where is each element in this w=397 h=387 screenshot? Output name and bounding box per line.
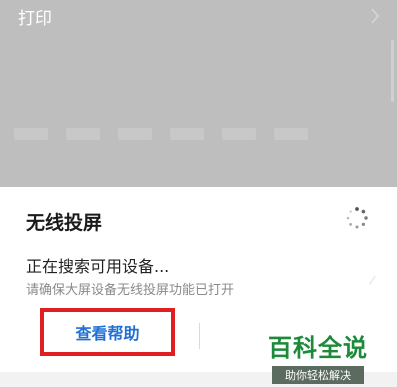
watermark-logo-main: 百科全说 — [268, 334, 368, 362]
search-status-text: 正在搜索可用设备... — [26, 257, 170, 276]
loading-spinner-icon — [346, 207, 368, 229]
button-divider — [199, 323, 200, 349]
chevron-right-icon — [371, 8, 380, 24]
dialog-title: 无线投屏 — [26, 212, 103, 234]
dimmed-settings-list: 打印 — [0, 0, 397, 187]
watermark-logo: 百科全说 助你轻松解决 — [268, 328, 386, 384]
view-help-button[interactable]: 查看帮助 — [40, 308, 175, 356]
view-help-button-label: 查看帮助 — [75, 324, 140, 343]
watermark-logo-sub: 助你轻松解决 — [272, 366, 364, 384]
settings-item-print-label: 打印 — [18, 9, 52, 29]
hint-text: 请确保大屏设备无线投屏功能已打开 — [26, 283, 235, 298]
settings-item-print[interactable]: 打印 — [0, 0, 397, 34]
scrollbar[interactable] — [391, 40, 394, 102]
faint-mark — [362, 271, 376, 285]
ghost-content — [0, 118, 397, 154]
